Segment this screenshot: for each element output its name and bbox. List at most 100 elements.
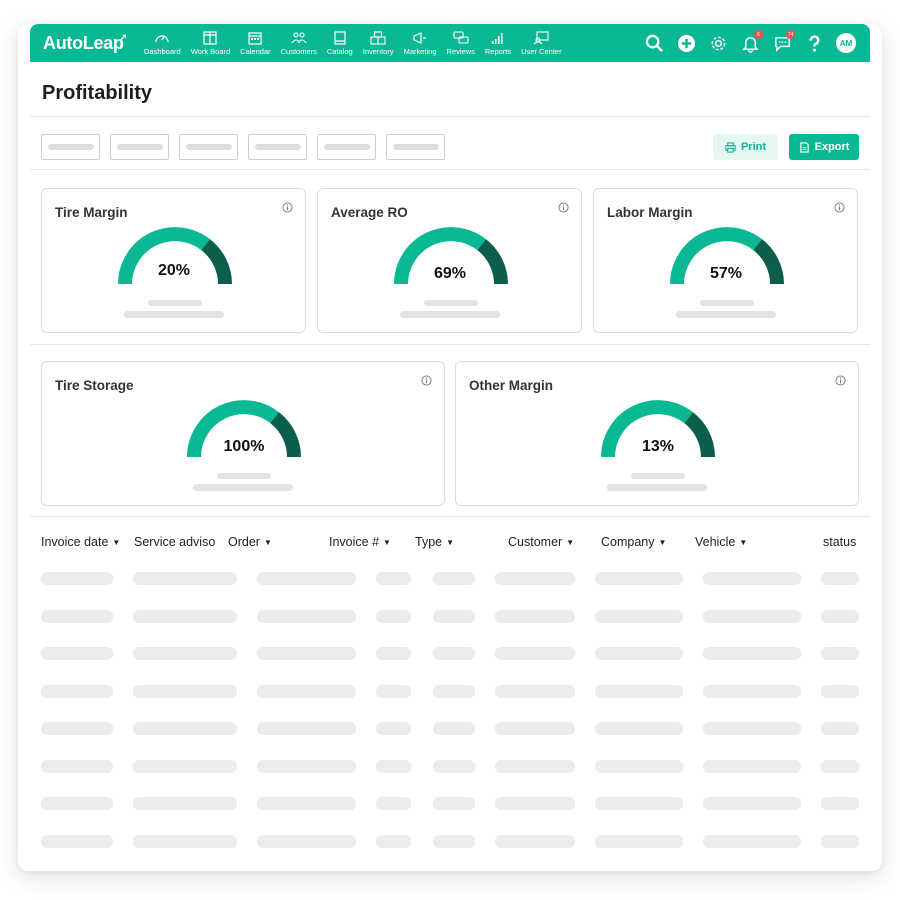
table-row[interactable] <box>41 834 861 849</box>
loading-cell <box>821 759 859 773</box>
loading-cell <box>495 759 575 773</box>
loading-cell <box>703 834 801 848</box>
info-icon[interactable] <box>282 202 293 213</box>
nav-marketing[interactable]: Marketing <box>399 31 442 56</box>
nav-label: Inventory <box>362 46 394 56</box>
loading-cell <box>703 684 801 698</box>
filter-dropdown[interactable] <box>179 134 238 160</box>
sort-caret-icon: ▼ <box>263 537 272 547</box>
boxes-icon <box>370 30 386 45</box>
placeholder-bar <box>700 300 754 306</box>
messages-button[interactable]: 74 <box>772 30 795 53</box>
placeholder-bar <box>148 300 202 306</box>
column-header-status[interactable]: status <box>823 535 856 549</box>
board-icon <box>203 30 218 45</box>
export-label: Export <box>814 141 850 153</box>
filter-dropdown[interactable] <box>317 134 376 160</box>
placeholder-bar <box>607 484 707 491</box>
table-row[interactable] <box>41 609 861 624</box>
loading-cell <box>257 684 356 698</box>
table-row[interactable] <box>41 759 861 774</box>
table-row[interactable] <box>41 797 861 811</box>
nav-customers[interactable]: Customers <box>276 31 322 56</box>
nav-label: User Center <box>521 46 562 56</box>
filter-placeholder <box>185 144 232 150</box>
sort-caret-icon: ▼ <box>383 537 391 547</box>
loading-cell <box>821 572 859 585</box>
nav-reports[interactable]: Reports <box>480 31 516 56</box>
table-row[interactable] <box>41 684 861 699</box>
kpi-card-labor-margin: Labor Margin 57% <box>593 188 858 333</box>
nav-dashboard[interactable]: Dashboard <box>139 31 186 56</box>
print-button[interactable]: Print <box>713 134 778 160</box>
loading-cell <box>133 722 237 735</box>
loading-cell <box>703 647 801 660</box>
loading-cell <box>703 759 801 773</box>
autoleap-logo[interactable]: AutoLeap ➚ <box>43 32 131 54</box>
loading-cell <box>595 797 683 810</box>
info-icon[interactable] <box>421 375 432 386</box>
info-icon[interactable] <box>835 375 846 386</box>
table-row[interactable] <box>41 572 861 586</box>
loading-cell <box>595 759 683 773</box>
filter-dropdown[interactable] <box>41 134 100 160</box>
loading-cell <box>595 722 683 735</box>
placeholder-bar <box>424 300 478 306</box>
filter-dropdown[interactable] <box>248 134 307 160</box>
nav-work-board[interactable]: Work Board <box>186 30 235 56</box>
nav-catalog[interactable]: Catalog <box>322 30 358 56</box>
user-avatar[interactable]: AM <box>836 33 856 53</box>
column-header-order[interactable]: Order ▼ <box>228 535 272 549</box>
loading-cell <box>495 609 575 623</box>
loading-cell <box>41 759 113 773</box>
table-row[interactable] <box>41 722 861 736</box>
bar-chart-icon <box>492 32 503 44</box>
kpi-title: Tire Margin <box>55 205 128 220</box>
loading-cell <box>133 647 237 660</box>
sort-caret-icon: ▼ <box>739 537 748 547</box>
column-header-type[interactable]: Type ▼ <box>415 535 454 549</box>
loading-cell <box>376 684 411 698</box>
nav-reviews[interactable]: Reviews <box>442 30 480 56</box>
add-button[interactable] <box>676 33 696 53</box>
settings-button[interactable] <box>708 33 728 53</box>
book-icon <box>334 30 346 45</box>
column-header-customer[interactable]: Customer ▼ <box>508 535 574 549</box>
loading-cell <box>376 647 411 660</box>
message-count-badge: 74 <box>786 30 795 39</box>
nav-label: Customers <box>280 46 317 56</box>
column-header-invoice-date[interactable]: Invoice date ▼ <box>41 535 120 549</box>
divider <box>30 116 870 117</box>
loading-cell <box>821 647 859 660</box>
filter-dropdown[interactable] <box>386 134 445 160</box>
filter-dropdown[interactable] <box>110 134 169 160</box>
notifications-button[interactable]: 6 <box>740 30 763 53</box>
placeholder-bar <box>124 311 224 318</box>
loading-cell <box>495 834 575 848</box>
gear-icon <box>711 36 725 50</box>
info-icon[interactable] <box>834 202 845 213</box>
nav-calendar[interactable]: Calendar <box>235 31 275 56</box>
export-button[interactable]: Export <box>789 134 859 160</box>
kpi-value: 69% <box>433 265 467 282</box>
nav-label: Work Board <box>190 46 231 56</box>
kpi-card-tire-storage: Tire Storage 100% <box>41 361 445 506</box>
column-header-invoice-number[interactable]: Invoice # ▼ <box>329 535 391 549</box>
search-button[interactable] <box>644 33 664 53</box>
kpi-title: Average RO <box>331 205 408 220</box>
loading-cell <box>376 797 411 810</box>
loading-cell <box>257 797 356 810</box>
kpi-value: 20% <box>157 262 191 279</box>
nav-label: Marketing <box>403 46 437 56</box>
loading-cell <box>433 572 475 585</box>
placeholder-bar <box>400 311 500 318</box>
nav-inventory[interactable]: Inventory <box>358 30 399 56</box>
column-header-vehicle[interactable]: Vehicle ▼ <box>695 535 747 549</box>
info-icon[interactable] <box>558 202 569 213</box>
column-header-company[interactable]: Company ▼ <box>601 535 666 549</box>
help-button[interactable] <box>804 33 824 53</box>
table-row[interactable] <box>41 647 861 661</box>
nav-user-center[interactable]: User Center <box>516 30 566 56</box>
column-header-service-advisor[interactable]: Service adviso <box>134 535 215 549</box>
kpi-title: Labor Margin <box>607 205 693 220</box>
